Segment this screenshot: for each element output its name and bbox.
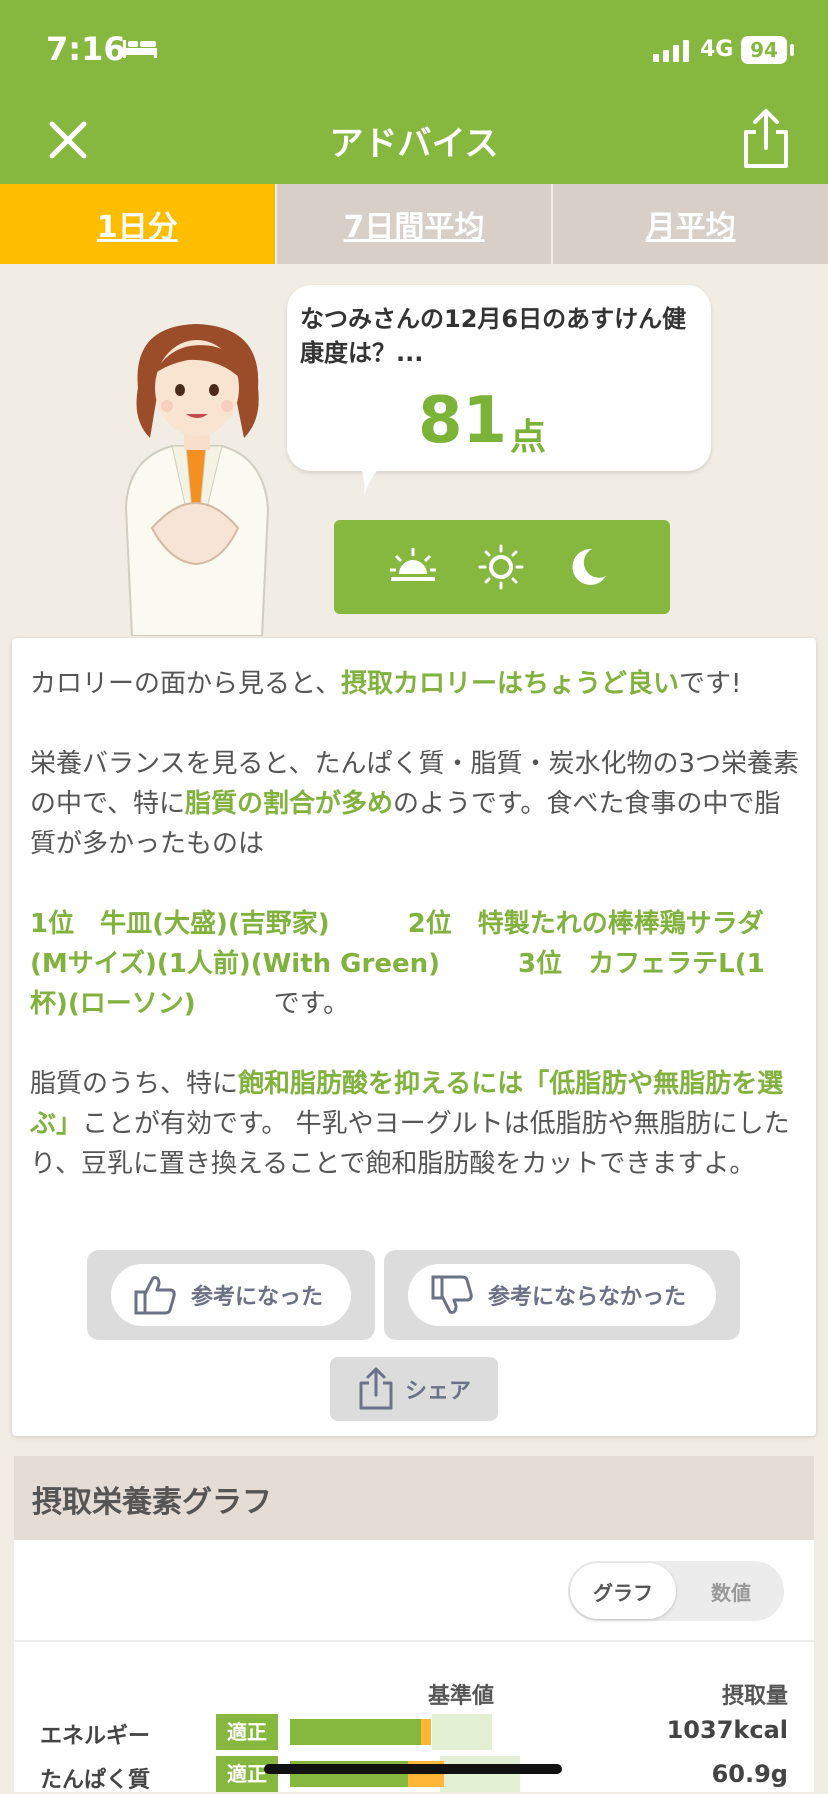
bed-icon <box>123 40 157 58</box>
status-badge: 適正 <box>216 1714 278 1750</box>
network-type: 4G <box>700 37 734 62</box>
moon-icon <box>572 548 606 585</box>
share-icon <box>359 1367 393 1410</box>
sun-icon <box>478 544 524 590</box>
speech-bubble-tail <box>358 462 386 496</box>
not-helpful-button-frame: 参考にならなかった <box>384 1250 740 1340</box>
energy-value: 1037kcal <box>666 1716 788 1744</box>
period-tabs: 1日分 7日間平均 月平均 <box>0 184 828 264</box>
toggle-values[interactable]: 数値 <box>678 1577 784 1606</box>
protein-value: 60.9g <box>711 1760 788 1788</box>
reference-band <box>432 1714 492 1750</box>
tab-7day-average[interactable]: 7日間平均 <box>274 184 552 264</box>
health-score-intro: なつみさんの12月6日のあすけん健康度は？... <box>300 305 687 367</box>
sunrise-icon <box>390 548 436 581</box>
meal-time-panel <box>334 520 670 614</box>
status-time: 7:16 <box>46 30 126 68</box>
reference-band <box>440 1756 520 1792</box>
signal-icon <box>653 40 689 62</box>
calorie-advice: カロリーの面から見ると、摂取カロリーはちょうど良いです! <box>30 669 742 699</box>
share-button[interactable]: シェア <box>330 1357 498 1421</box>
health-score: 81 <box>418 384 508 458</box>
energy-bar <box>290 1719 421 1745</box>
thumbs-up-icon <box>134 1276 176 1315</box>
saturated-fat-advice: 脂質のうち、特に飽和脂肪酸を抑えるには「低脂肪や無脂肪を選ぶ」ことが有効です。 … <box>30 1069 790 1179</box>
battery-nub <box>790 44 794 56</box>
fat-ranking: 1位 牛皿(大盛)(吉野家) 2位 特製たれの棒棒鶏サラダ(Mサイズ)(1人前)… <box>30 909 765 1019</box>
row-label-energy: エネルギー <box>40 1724 151 1749</box>
column-reference: 基準値 <box>428 1684 495 1709</box>
row-label-protein: たんぱく質 <box>40 1768 151 1793</box>
helpful-button-frame: 参考になった <box>87 1250 375 1340</box>
thumbs-down-icon <box>431 1275 473 1314</box>
not-helpful-button[interactable]: 参考にならなかった <box>408 1264 716 1326</box>
status-badge: 適正 <box>216 1756 278 1792</box>
share-icon[interactable] <box>738 108 794 170</box>
nutrient-balance-advice: 栄養バランスを見ると、たんぱく質・脂質・炭水化物の3つ栄養素の中で、特に脂質の割… <box>30 749 799 859</box>
page-title: アドバイス <box>329 124 499 164</box>
column-intake: 摂取量 <box>721 1684 788 1709</box>
advisor-character-illustration <box>124 324 270 636</box>
nutrient-graph-title: 摂取栄養素グラフ <box>32 1485 272 1520</box>
energy-bar-excess <box>421 1719 431 1745</box>
tab-daily[interactable]: 1日分 <box>0 184 275 264</box>
divider <box>14 1640 814 1642</box>
helpful-button[interactable]: 参考になった <box>111 1264 351 1326</box>
toggle-graph-label: グラフ <box>593 1581 653 1605</box>
health-score-unit: 点 <box>510 417 547 458</box>
battery-icon: 94 <box>741 36 787 64</box>
tab-monthly-average[interactable]: 月平均 <box>551 184 828 264</box>
home-indicator <box>264 1764 562 1774</box>
